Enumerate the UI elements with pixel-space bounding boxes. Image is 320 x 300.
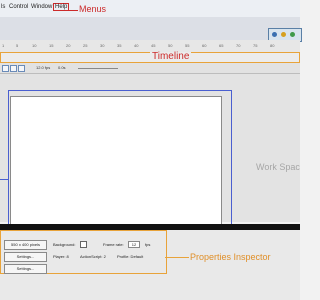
menu-control[interactable]: Control (9, 4, 28, 10)
frame-rate-input[interactable]: 12 (128, 241, 140, 248)
ruler-tick-label: 20 (66, 43, 71, 48)
ruler-tick-label: 60 (202, 43, 207, 48)
toolbar (0, 17, 300, 41)
menu-commands[interactable]: ls (1, 4, 5, 10)
frame-rate-label: Frame rate: (103, 242, 124, 247)
ruler-tick-label: 80 (270, 43, 275, 48)
actionscript-label: ActionScript: 2 (80, 254, 106, 259)
settings-button[interactable]: Settings... (4, 264, 47, 274)
stage-marker-line (0, 179, 8, 180)
ruler-tick-label: 10 (32, 43, 37, 48)
workspace-callout-label: Work Spac (256, 162, 300, 172)
frame-rate-readout: 12.0 fps (36, 65, 51, 70)
menu-help[interactable]: Help (53, 3, 70, 11)
timeline-scrollbar[interactable] (78, 68, 118, 69)
menu-window[interactable]: Window (31, 4, 52, 10)
ruler-tick-label: 45 (151, 43, 156, 48)
fps-unit-label: fps (145, 242, 151, 247)
background-color-swatch[interactable] (80, 241, 87, 248)
ruler-tick-label: 40 (134, 43, 139, 48)
center-frame-icon[interactable] (2, 65, 9, 72)
stage[interactable] (10, 96, 222, 226)
ruler-tick-label: 75 (253, 43, 258, 48)
profile-label: Profile: Default (117, 254, 144, 259)
ruler-tick-label: 1 (2, 43, 5, 48)
menus-callout-label: Menus (79, 4, 107, 14)
onion-skin-icon[interactable] (10, 65, 17, 72)
player-label: Player: 8 (53, 254, 69, 259)
publish-settings-button[interactable]: Settings... (4, 252, 47, 262)
background-label: Background: (53, 242, 76, 247)
ruler-tick-label: 30 (100, 43, 105, 48)
ruler-tick-label: 55 (185, 43, 190, 48)
timeline-status-bar: 12.0 fps 0.0s (0, 63, 300, 74)
menus-callout-line (69, 10, 78, 11)
menu-bar: ls Control Window Help (0, 0, 300, 18)
ruler-tick-label: 70 (236, 43, 241, 48)
workspace-icon (272, 32, 277, 37)
timeline-callout-label: Timeline (150, 51, 192, 62)
document-size-button[interactable]: 550 x 400 pixels (4, 240, 47, 250)
elapsed-time-readout: 0.0s (58, 65, 66, 70)
ruler-tick-label: 5 (16, 43, 19, 48)
properties-callout-label: Properties Inspector (190, 252, 271, 262)
ruler-tick-label: 65 (219, 43, 224, 48)
ruler-tick-label: 50 (168, 43, 173, 48)
timeline-icon (281, 32, 286, 37)
ruler-tick-label: 25 (83, 43, 88, 48)
ruler-tick-label: 15 (49, 43, 54, 48)
edit-markers-icon[interactable] (18, 65, 25, 72)
ruler-tick-label: 35 (117, 43, 122, 48)
layers-icon (290, 32, 295, 37)
properties-callout-line (165, 257, 189, 258)
